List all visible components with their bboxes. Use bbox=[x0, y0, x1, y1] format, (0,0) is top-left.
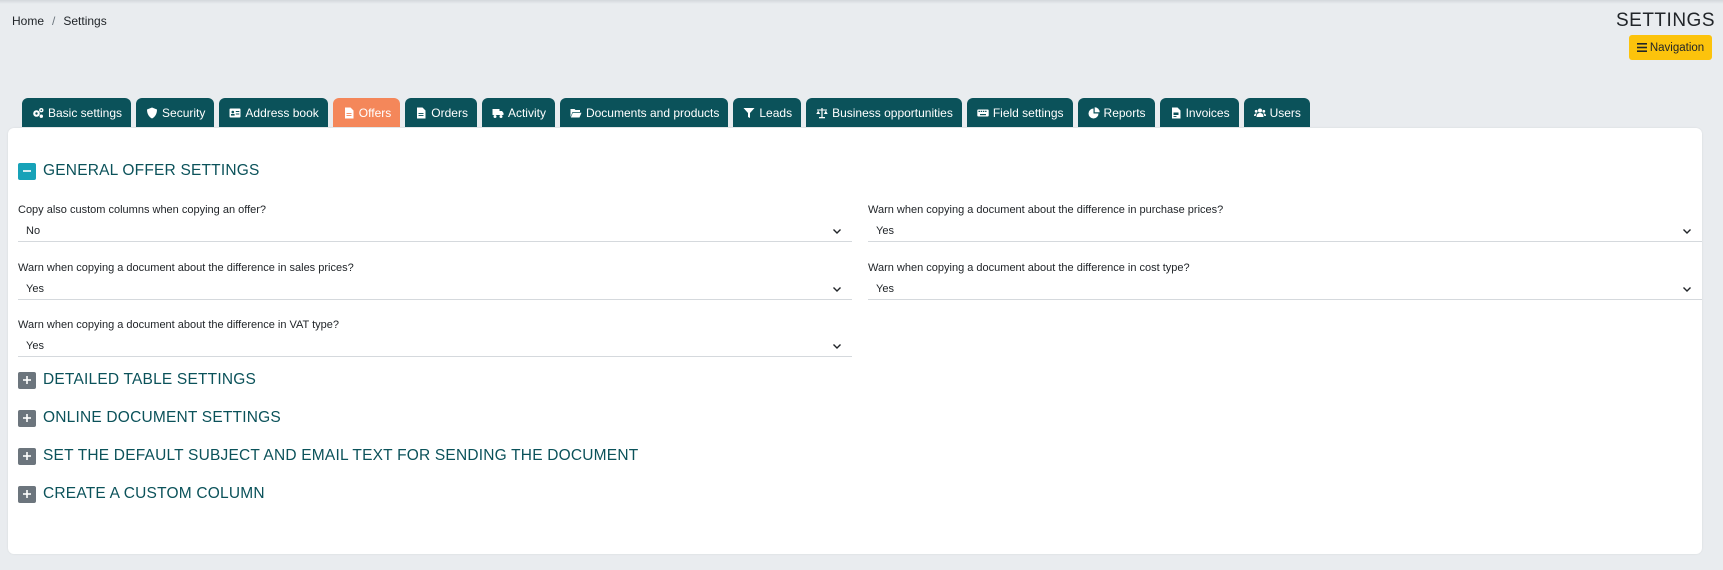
truck-icon bbox=[492, 108, 504, 118]
tab-users[interactable]: Users bbox=[1243, 98, 1310, 127]
tab-leads[interactable]: Leads bbox=[733, 98, 802, 127]
tab-offers[interactable]: Offers bbox=[332, 98, 401, 127]
collapse-toggle[interactable] bbox=[18, 162, 36, 180]
field-warn-vat-type: Warn when copying a document about the d… bbox=[18, 319, 852, 357]
tab-label: Invoices bbox=[1185, 105, 1230, 120]
field-label: Warn when copying a document about the d… bbox=[868, 262, 1190, 274]
tab-label: Orders bbox=[431, 105, 468, 120]
select-value: Yes bbox=[876, 283, 894, 295]
keyboard-icon bbox=[977, 109, 989, 116]
address-card-icon bbox=[229, 108, 241, 117]
plus-icon bbox=[23, 414, 31, 422]
settings-tabs: Basic settings Security Address book Off… bbox=[22, 98, 1310, 127]
warn-cost-type-select[interactable]: Yes bbox=[868, 279, 1702, 300]
section-create-custom-column[interactable]: CREATE A CUSTOM COLUMN bbox=[18, 485, 265, 503]
tab-label: Leads bbox=[759, 105, 793, 120]
section-title: DETAILED TABLE SETTINGS bbox=[43, 371, 257, 388]
section-online-document-settings[interactable]: ONLINE DOCUMENT SETTINGS bbox=[18, 409, 281, 427]
file-icon bbox=[344, 107, 354, 118]
offers-settings-card: GENERAL OFFER SETTINGS Copy also custom … bbox=[8, 128, 1702, 554]
breadcrumb-home[interactable]: Home bbox=[12, 14, 44, 28]
tab-label: Reports bbox=[1103, 105, 1146, 120]
shield-icon bbox=[147, 107, 158, 118]
tab-label: Business opportunities bbox=[832, 105, 953, 120]
field-label: Copy also custom columns when copying an… bbox=[18, 204, 267, 216]
select-value: Yes bbox=[26, 340, 44, 352]
breadcrumb-separator: / bbox=[52, 14, 56, 28]
file-invoice-icon bbox=[1171, 107, 1181, 118]
section-general-offer-settings[interactable]: GENERAL OFFER SETTINGS bbox=[18, 162, 260, 180]
users-icon bbox=[1253, 108, 1266, 117]
section-title: SET THE DEFAULT SUBJECT AND EMAIL TEXT F… bbox=[43, 447, 639, 464]
expand-toggle[interactable] bbox=[18, 485, 36, 503]
plus-icon bbox=[23, 452, 31, 460]
copy-custom-columns-select[interactable]: No bbox=[18, 221, 852, 242]
expand-toggle[interactable] bbox=[18, 447, 36, 465]
chevron-down-icon bbox=[1683, 229, 1691, 234]
tab-label: Address book bbox=[245, 105, 319, 120]
navigation-button-label: Navigation bbox=[1649, 41, 1705, 54]
minus-icon bbox=[23, 170, 31, 172]
tab-label: Users bbox=[1269, 105, 1301, 120]
chevron-down-icon bbox=[833, 229, 841, 234]
plus-icon bbox=[23, 376, 31, 384]
tab-label: Security bbox=[162, 105, 206, 120]
tab-field-settings[interactable]: Field settings bbox=[966, 98, 1073, 127]
warn-sales-prices-select[interactable]: Yes bbox=[18, 279, 852, 300]
navigation-button[interactable]: Navigation bbox=[1629, 35, 1712, 60]
chevron-down-icon bbox=[833, 287, 841, 292]
tab-basic-settings[interactable]: Basic settings bbox=[22, 98, 132, 127]
scale-icon bbox=[816, 107, 828, 118]
plus-icon bbox=[23, 490, 31, 498]
hamburger-icon bbox=[1636, 43, 1647, 52]
breadcrumb-current: Settings bbox=[63, 14, 107, 28]
select-value: No bbox=[26, 225, 41, 237]
expand-toggle[interactable] bbox=[18, 371, 36, 389]
page-title: SETTINGS bbox=[1615, 10, 1715, 31]
warn-vat-type-select[interactable]: Yes bbox=[18, 336, 852, 357]
section-detailed-table-settings[interactable]: DETAILED TABLE SETTINGS bbox=[18, 371, 256, 389]
select-value: Yes bbox=[876, 225, 894, 237]
tab-invoices[interactable]: Invoices bbox=[1159, 98, 1239, 127]
section-default-subject-email[interactable]: SET THE DEFAULT SUBJECT AND EMAIL TEXT F… bbox=[18, 447, 638, 465]
breadcrumb: Home / Settings bbox=[12, 14, 107, 28]
tab-label: Field settings bbox=[992, 105, 1064, 120]
chevron-down-icon bbox=[1683, 287, 1691, 292]
expand-toggle[interactable] bbox=[18, 409, 36, 427]
funnel-icon bbox=[743, 107, 755, 118]
field-label: Warn when copying a document about the d… bbox=[868, 204, 1224, 216]
chevron-down-icon bbox=[833, 344, 841, 349]
field-warn-purchase-prices: Warn when copying a document about the d… bbox=[868, 204, 1702, 242]
tab-label: Offers bbox=[358, 105, 392, 120]
tab-label: Documents and products bbox=[585, 105, 720, 120]
field-warn-sales-prices: Warn when copying a document about the d… bbox=[18, 262, 852, 300]
tab-orders[interactable]: Orders bbox=[405, 98, 477, 127]
select-value: Yes bbox=[26, 283, 44, 295]
top-shadow bbox=[0, 0, 1723, 4]
tab-reports[interactable]: Reports bbox=[1077, 98, 1155, 127]
tab-activity[interactable]: Activity bbox=[481, 98, 555, 127]
section-title: CREATE A CUSTOM COLUMN bbox=[43, 485, 265, 502]
field-label: Warn when copying a document about the d… bbox=[18, 319, 340, 331]
field-warn-cost-type: Warn when copying a document about the d… bbox=[868, 262, 1702, 300]
file-icon bbox=[417, 107, 426, 118]
tab-business-opportunities[interactable]: Business opportunities bbox=[806, 98, 962, 127]
pie-chart-icon bbox=[1088, 106, 1100, 118]
field-label: Warn when copying a document about the d… bbox=[18, 262, 354, 274]
field-copy-custom-columns: Copy also custom columns when copying an… bbox=[18, 204, 852, 242]
tab-label: Basic settings bbox=[48, 105, 123, 120]
tab-label: Activity bbox=[507, 105, 546, 120]
tab-address-book[interactable]: Address book bbox=[219, 98, 328, 127]
tab-documents-and-products[interactable]: Documents and products bbox=[559, 98, 729, 127]
section-title: ONLINE DOCUMENT SETTINGS bbox=[43, 409, 281, 426]
warn-purchase-prices-select[interactable]: Yes bbox=[868, 221, 1702, 242]
tab-security[interactable]: Security bbox=[136, 98, 215, 127]
gears-icon bbox=[33, 107, 44, 118]
section-title: GENERAL OFFER SETTINGS bbox=[43, 162, 260, 179]
folder-open-icon bbox=[570, 108, 582, 117]
